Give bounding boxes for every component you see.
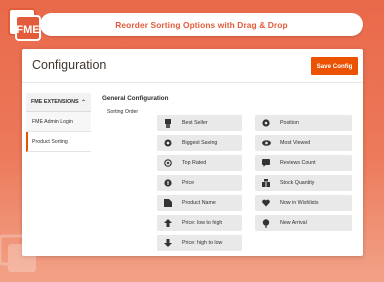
sort-option-reviews-count[interactable]: Reviews Count xyxy=(255,155,352,171)
page-title: Configuration xyxy=(32,58,107,72)
bestseller-icon xyxy=(157,118,179,128)
logo-letters: FME xyxy=(16,24,39,36)
watermark-logo xyxy=(0,232,40,276)
new-arrival-icon xyxy=(255,218,277,228)
sidebar-item-fme-admin-login[interactable]: FME Admin Login xyxy=(26,112,91,132)
sort-option-price-high-low[interactable]: Price: high to low xyxy=(157,235,242,251)
eye-icon xyxy=(255,140,277,146)
fme-logo: FME xyxy=(6,6,44,44)
option-label: Price: low to high xyxy=(182,220,223,226)
option-label: Stock Quantity xyxy=(280,180,315,186)
sidebar-group-fme-extensions[interactable]: FME EXTENSIONS ⌃ xyxy=(26,93,91,112)
top-rated-icon xyxy=(157,159,179,167)
sort-option-new-arrival[interactable]: New Arrival xyxy=(255,215,352,231)
sidebar-item-label: FME Admin Login xyxy=(32,118,73,125)
option-label: Best Seller xyxy=(182,120,208,126)
banner-title: Reorder Sorting Options with Drag & Drop xyxy=(40,13,363,36)
panel-header: Configuration Save Config xyxy=(22,49,363,83)
option-label: Now in Wishlists xyxy=(280,200,319,206)
option-label: New Arrival xyxy=(280,220,307,226)
save-config-button[interactable]: Save Config xyxy=(311,57,358,75)
sort-option-product-name[interactable]: Product Name xyxy=(157,195,242,211)
option-label: Top Rated xyxy=(182,160,207,166)
saving-icon xyxy=(157,139,179,147)
option-label: Price xyxy=(182,180,195,186)
sidebar-group-label: FME EXTENSIONS xyxy=(31,99,79,105)
chevron-up-icon: ⌃ xyxy=(80,99,86,106)
sorting-order-label: Sorting Order xyxy=(107,109,139,115)
sort-option-top-rated[interactable]: Top Rated xyxy=(157,155,242,171)
sort-option-now-in-wishlists[interactable]: Now in Wishlists xyxy=(255,195,352,211)
option-label: Reviews Count xyxy=(280,160,316,166)
config-panel: Configuration Save Config FME EXTENSIONS… xyxy=(22,49,363,256)
sidebar-item-label: Product Sorting xyxy=(32,138,68,145)
product-name-icon xyxy=(157,199,179,207)
sort-option-stock-quantity[interactable]: Stock Quantity xyxy=(255,175,352,191)
price-high-low-icon xyxy=(157,239,179,247)
price-icon xyxy=(157,179,179,187)
option-label: Position xyxy=(280,120,299,126)
option-label: Product Name xyxy=(182,200,216,206)
sort-option-best-seller[interactable]: Best Seller xyxy=(157,115,242,131)
price-low-high-icon xyxy=(157,219,179,227)
sort-option-most-viewed[interactable]: Most Viewed xyxy=(255,135,352,151)
reviews-icon xyxy=(255,159,277,167)
option-label: Most Viewed xyxy=(280,140,311,146)
config-sidebar: FME EXTENSIONS ⌃ FME Admin Login Product… xyxy=(26,85,91,152)
sort-options-left: Best Seller Biggest Saving Top Rated Pri… xyxy=(157,115,242,251)
banner-title-text: Reorder Sorting Options with Drag & Drop xyxy=(115,19,288,30)
option-label: Biggest Saving xyxy=(182,140,218,146)
sort-options-right: Position Most Viewed Reviews Count Stock… xyxy=(255,115,352,231)
sidebar-item-product-sorting[interactable]: Product Sorting xyxy=(26,132,91,152)
sort-option-position[interactable]: Position xyxy=(255,115,352,131)
position-icon xyxy=(255,119,277,127)
sort-option-price-low-high[interactable]: Price: low to high xyxy=(157,215,242,231)
sort-option-biggest-saving[interactable]: Biggest Saving xyxy=(157,135,242,151)
option-label: Price: high to low xyxy=(182,240,223,246)
sort-option-price[interactable]: Price xyxy=(157,175,242,191)
stock-icon xyxy=(255,179,277,187)
section-title: General Configuration xyxy=(102,95,169,102)
heart-icon xyxy=(255,199,277,207)
